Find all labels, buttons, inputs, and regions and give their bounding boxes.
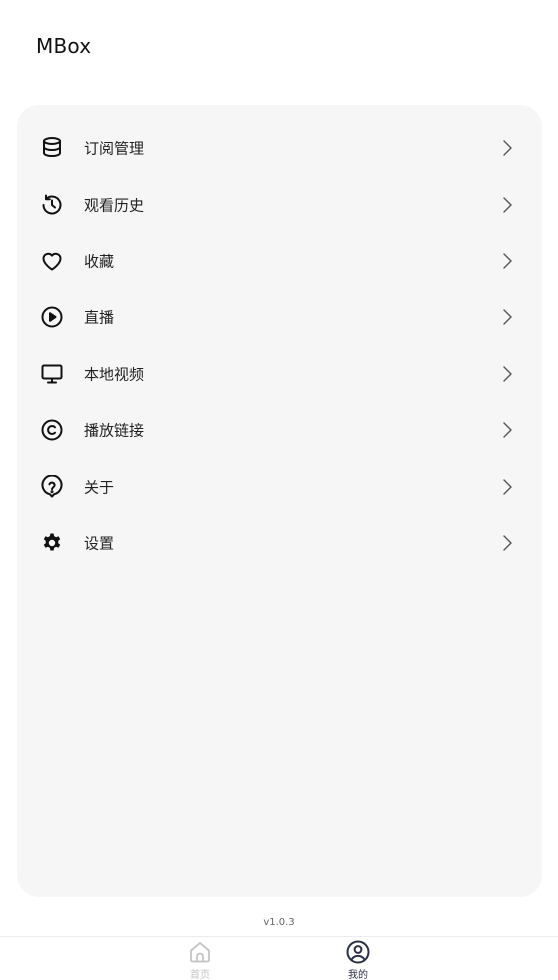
monitor-icon xyxy=(39,361,65,387)
menu-item-label: 直播 xyxy=(84,308,115,327)
chevron-right-icon xyxy=(503,309,512,326)
database-icon xyxy=(39,135,65,161)
menu-card: 订阅管理 观看历史 收藏 直播 本地视频 播放链接 关于 设置 xyxy=(17,105,542,897)
tab-mine[interactable]: 我的 xyxy=(328,939,388,980)
menu-item-live[interactable]: 直播 xyxy=(17,289,542,345)
menu-item-about[interactable]: 关于 xyxy=(17,458,542,514)
chevron-right-icon xyxy=(503,366,512,382)
menu-item-label: 本地视频 xyxy=(84,365,145,384)
menu-item-label: 收藏 xyxy=(84,252,115,271)
app-title: MBox xyxy=(36,34,92,58)
copyright-icon xyxy=(39,417,65,443)
user-circle-icon xyxy=(346,940,370,964)
gear-icon xyxy=(39,530,65,556)
chevron-right-icon xyxy=(503,478,512,495)
menu-item-label: 设置 xyxy=(84,534,115,553)
app-screen: MBox 订阅管理 观看历史 收藏 直播 本地视频 播放链接 关于 设置 v1.… xyxy=(0,0,558,980)
menu-list: 订阅管理 观看历史 收藏 直播 本地视频 播放链接 关于 设置 xyxy=(17,105,542,571)
play-circle-icon xyxy=(39,304,65,330)
menu-item-subscriptions[interactable]: 订阅管理 xyxy=(17,120,542,176)
version-label: v1.0.3 xyxy=(263,917,295,928)
chevron-right-icon xyxy=(503,422,512,438)
tab-label: 首页 xyxy=(190,970,210,980)
history-icon xyxy=(39,192,65,218)
menu-item-settings[interactable]: 设置 xyxy=(17,515,542,571)
heart-icon xyxy=(39,248,65,274)
chevron-right-icon xyxy=(503,535,512,551)
menu-item-history[interactable]: 观看历史 xyxy=(17,176,542,232)
tab-label: 我的 xyxy=(348,970,368,980)
bottom-nav: 首页 我的 xyxy=(0,936,558,980)
menu-item-label: 关于 xyxy=(84,478,115,497)
menu-item-label: 观看历史 xyxy=(84,196,145,215)
menu-item-play-link[interactable]: 播放链接 xyxy=(17,402,542,458)
question-icon xyxy=(39,474,65,500)
chevron-right-icon xyxy=(503,253,512,269)
menu-item-local-video[interactable]: 本地视频 xyxy=(17,346,542,402)
menu-item-label: 订阅管理 xyxy=(84,139,145,158)
menu-item-favorites[interactable]: 收藏 xyxy=(17,233,542,289)
home-icon xyxy=(190,942,210,963)
chevron-right-icon xyxy=(503,196,512,213)
menu-item-label: 播放链接 xyxy=(84,421,145,440)
chevron-right-icon xyxy=(503,140,512,156)
tab-home[interactable]: 首页 xyxy=(170,939,230,980)
